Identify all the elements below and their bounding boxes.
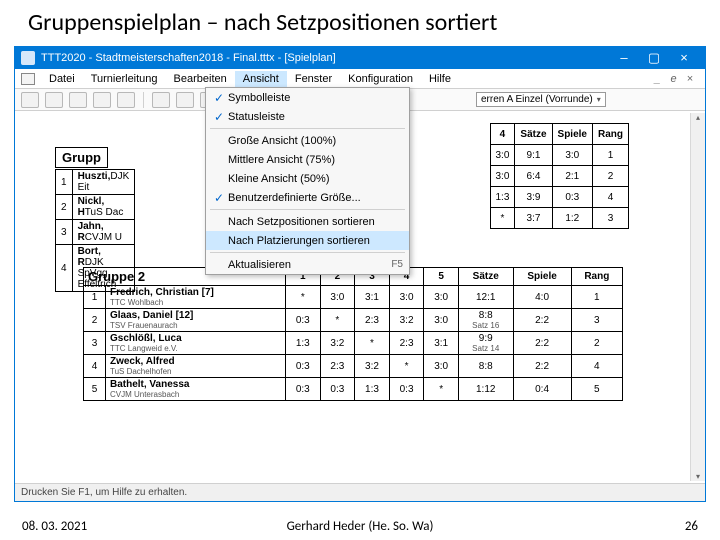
footer-date: 08. 03. 2021: [22, 519, 87, 534]
menu-hilfe[interactable]: Hilfe: [421, 71, 459, 87]
menubar: Datei Turnierleitung Bearbeiten Ansicht …: [15, 69, 705, 89]
col-rang: Rang: [593, 124, 629, 145]
col-saetze: Sätze: [515, 124, 552, 145]
close-button[interactable]: ×: [669, 47, 699, 69]
table-row: 1 Fredrich, Christian [7]TTC Wohlbach *3…: [84, 286, 623, 309]
submenu-aktualisieren[interactable]: AktualisierenF5: [206, 255, 409, 274]
group2-table: Gruppe 2 1 2 3 4 5 Sätze Spiele Rang 1 F…: [83, 267, 623, 401]
toolbar-btn[interactable]: [176, 92, 194, 108]
titlebar: TTT2020 - Stadtmeisterschaften2018 - Fin…: [15, 47, 705, 69]
submenu-ansicht: ✓Symbolleiste ✓Statusleiste Große Ansich…: [205, 87, 410, 275]
submenu-statusleiste[interactable]: ✓Statusleiste: [206, 107, 409, 126]
menu-konfiguration[interactable]: Konfiguration: [340, 71, 421, 87]
submenu-symbolleiste[interactable]: ✓Symbolleiste: [206, 88, 409, 107]
menu-turnierleitung[interactable]: Turnierleitung: [83, 71, 166, 87]
toolbar-btn[interactable]: [45, 92, 63, 108]
table-row: 5 Bathelt, VanessaCVJM Unterasbach 0:30:…: [84, 378, 623, 401]
mdi-restore-icon[interactable]: e: [670, 73, 676, 85]
footer-page: 26: [685, 519, 698, 534]
mdi-icon[interactable]: [21, 73, 35, 85]
mdi-min-icon[interactable]: _: [654, 73, 660, 85]
submenu-mittlere-ansicht[interactable]: Mittlere Ansicht (75%): [206, 150, 409, 169]
menu-datei[interactable]: Datei: [41, 71, 83, 87]
submenu-kleine-ansicht[interactable]: Kleine Ansicht (50%): [206, 169, 409, 188]
menu-fenster[interactable]: Fenster: [287, 71, 340, 87]
menu-ansicht[interactable]: Ansicht: [235, 71, 287, 87]
toolbar-btn[interactable]: [93, 92, 111, 108]
table-row: 4 Zweck, AlfredTuS Dachelhofen 0:32:33:2…: [84, 355, 623, 378]
vertical-scrollbar[interactable]: [690, 113, 705, 481]
group1-title: Grupp: [55, 147, 108, 168]
submenu-benutzerdef[interactable]: ✓Benutzerdefinierte Größe...: [206, 188, 409, 207]
table-row: 2 Glaas, Daniel [12]TSV Frauenaurach 0:3…: [84, 309, 623, 332]
table-row: 3 Gschlößl, LucaTTC Langweid e.V. 1:33:2…: [84, 332, 623, 355]
menu-bearbeiten[interactable]: Bearbeiten: [166, 71, 235, 87]
status-text: Drucken Sie F1, um Hilfe zu erhalten.: [21, 487, 187, 498]
maximize-button[interactable]: ▢: [639, 47, 669, 69]
chevron-down-icon: ▾: [597, 95, 601, 104]
slide-footer: 08. 03. 2021 Gerhard Heder (He. So. Wa) …: [0, 519, 720, 534]
submenu-sort-setzpositionen[interactable]: Nach Setzpositionen sortieren: [206, 212, 409, 231]
submenu-sort-platzierungen[interactable]: Nach Platzierungen sortieren: [206, 231, 409, 250]
app-window: TTT2020 - Stadtmeisterschaften2018 - Fin…: [14, 46, 706, 502]
group1-table: 4 Sätze Spiele Rang 3:09:13:01 3:06:42:1…: [490, 123, 630, 229]
submenu-grosse-ansicht[interactable]: Große Ansicht (100%): [206, 131, 409, 150]
footer-author: Gerhard Heder (He. So. Wa): [287, 519, 434, 534]
toolbar-btn[interactable]: [21, 92, 39, 108]
window-title: TTT2020 - Stadtmeisterschaften2018 - Fin…: [41, 52, 609, 64]
app-icon: [21, 51, 35, 65]
mdi-close-icon[interactable]: ×: [687, 73, 693, 85]
class-combo[interactable]: erren A Einzel (Vorrunde) ▾: [476, 92, 606, 107]
statusbar: Drucken Sie F1, um Hilfe zu erhalten.: [15, 483, 705, 501]
minimize-button[interactable]: –: [609, 47, 639, 69]
col-spiele: Spiele: [552, 124, 592, 145]
toolbar-btn[interactable]: [152, 92, 170, 108]
toolbar-btn[interactable]: [69, 92, 87, 108]
toolbar-btn[interactable]: [117, 92, 135, 108]
col-4: 4: [490, 124, 515, 145]
slide-title: Gruppenspielplan – nach Setzpositionen s…: [0, 0, 720, 43]
class-combo-value: erren A Einzel (Vorrunde): [481, 94, 593, 105]
